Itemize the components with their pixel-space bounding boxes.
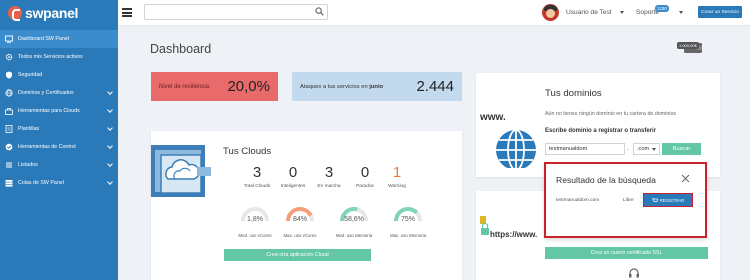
sidebar-item-label: Seguridad	[18, 72, 43, 78]
sidebar-item-plantillas[interactable]: Plantillas	[0, 120, 118, 138]
gauge-caption: Max. uso Memoria	[389, 233, 427, 238]
sidebar-nav: Dashboard SW Panel Todos mis Servicios ac…	[0, 30, 118, 192]
domain-name-input[interactable]: testmanualdom	[545, 143, 625, 155]
page-title: Dashboard	[150, 42, 212, 56]
sidebar-item-label: Listados	[18, 162, 38, 168]
search-icon[interactable]	[315, 7, 324, 16]
domains-title: Tus dominios	[545, 88, 602, 99]
create-cloud-button[interactable]: Crea otra aplicación Cloud	[224, 249, 371, 261]
menu-toggle-icon[interactable]	[122, 8, 132, 17]
chevron-down-icon[interactable]	[107, 179, 113, 185]
cloud-illustration-icon	[151, 145, 211, 197]
cloud-metric: 1 Warning	[377, 164, 417, 189]
support-count-badge: 1230	[655, 5, 669, 12]
cloud-metric: 3 En marcha	[309, 164, 349, 189]
chevron-down-icon[interactable]	[107, 107, 113, 113]
chevron-down-icon[interactable]	[107, 89, 113, 95]
cloud-metric-caption: En marcha	[317, 184, 341, 189]
queue-icon	[5, 179, 13, 187]
sidebar-item-label: Herramientas para Clouds	[18, 108, 80, 114]
cloud-metric-caption: Total Clouds	[243, 184, 271, 189]
attacks-value: 2.444	[416, 78, 454, 95]
chevron-down-icon[interactable]	[107, 125, 113, 131]
sidebar-item-seguridad[interactable]: Seguridad	[0, 66, 118, 84]
attacks-month: junio	[369, 83, 384, 90]
sidebar-item-dashboard-sw-panel[interactable]: Dashboard SW Panel	[0, 30, 118, 48]
globe-www-illustration-icon: www.	[478, 106, 538, 168]
attacks-label: Ataques a tus servicios en junio	[300, 83, 384, 90]
gauge-value: 1,8%	[247, 216, 263, 223]
close-icon[interactable]	[681, 174, 690, 183]
cloud-metric: 0 Inteligentes	[273, 164, 313, 189]
resilience-label: Nivel de resiliencia	[159, 83, 210, 90]
cloud-metric-value: 1	[392, 164, 402, 181]
cloud-metric-value: 3	[252, 164, 262, 181]
https-text: https://www.	[490, 230, 537, 239]
create-service-button[interactable]: Crear un Servicio	[698, 6, 742, 18]
attacks-stat: Ataques a tus servicios en junio 2.444	[292, 72, 462, 101]
gauge-value: 58,6%	[344, 216, 364, 223]
globe-icon	[5, 89, 13, 97]
result-status: Libre	[623, 198, 634, 203]
gauge-caption: Med. uso Memoria	[335, 233, 373, 238]
cloud-metric: 3 Total Clouds	[237, 164, 277, 189]
caret-down-icon[interactable]	[679, 11, 683, 14]
sidebar-item-listados[interactable]: Listados	[0, 156, 118, 174]
gauge-caption: Max. uso vCores	[283, 233, 317, 238]
search-domain-button[interactable]: Buscar	[662, 143, 701, 155]
sidebar-item-label: Todos mis Servicios activos	[18, 54, 83, 60]
caret-down-icon[interactable]	[652, 148, 656, 151]
www-text: www.	[479, 112, 506, 123]
cloud-metric-value: 3	[324, 164, 334, 181]
gauge-value: 75%	[400, 216, 415, 223]
balance-badge: 1.000,00€	[677, 42, 699, 49]
cloud-metric-value: 0	[288, 164, 298, 181]
sidebar-item-todos-mis-servicios-activos[interactable]: Todos mis Servicios activos	[0, 48, 118, 66]
chevron-down-icon[interactable]	[107, 143, 113, 149]
result-domain: testmanualdom.com	[556, 198, 600, 203]
create-ssl-button[interactable]: Crea un nuevo certificado SSL	[545, 247, 708, 259]
brand-logo[interactable]: swpanel	[8, 5, 78, 21]
sidebar-item-label: Herramientas de Control	[18, 144, 76, 150]
caret-down-icon[interactable]	[620, 11, 624, 14]
gauge-value: 84%	[292, 216, 307, 223]
search-input[interactable]	[144, 4, 328, 20]
wrench-icon	[5, 107, 13, 115]
cart-icon	[651, 197, 658, 202]
domain-register-label: Escribe dominio a registrar o transferir	[545, 128, 657, 134]
clouds-title: Tus Clouds	[223, 146, 272, 157]
headset-icon[interactable]	[628, 268, 640, 278]
resilience-stat: Nivel de resiliencia 20,0%	[151, 72, 278, 101]
resilience-value: 20,0%	[227, 78, 270, 95]
sidebar-item-label: Colas de SW Panel	[18, 180, 64, 186]
gear-icon	[5, 53, 13, 61]
sidebar-item-label: Plantillas	[18, 126, 40, 132]
logo-icon	[8, 6, 22, 21]
cloud-metric-caption: Inteligentes	[280, 184, 306, 189]
shield-icon	[5, 71, 13, 79]
sidebar-item-colas-de-sw-panel[interactable]: Colas de SW Panel	[0, 174, 118, 192]
user-menu-label[interactable]: Usuario de Test	[566, 9, 612, 16]
brand-name: swpanel	[25, 5, 79, 21]
dashboard-icon	[5, 35, 13, 43]
sidebar-item-label: Dashboard SW Panel	[18, 36, 69, 42]
chevron-down-icon[interactable]	[107, 161, 113, 167]
sidebar-item-dominios-y-certificados[interactable]: Dominios y Certificados	[0, 84, 118, 102]
gauge-caption: Med. uso vCores	[238, 233, 272, 238]
dialog-title: Resultado de la búsqueda	[556, 175, 656, 185]
list-icon	[5, 161, 13, 169]
cloud-metric-caption: Warning	[388, 184, 406, 189]
register-button[interactable]: REGISTRAR	[643, 193, 693, 207]
check-icon	[5, 143, 13, 151]
sidebar-item-label: Dominios y Certificados	[18, 90, 74, 96]
sidebar-item-herramientas-de-control[interactable]: Herramientas de Control	[0, 138, 118, 156]
avatar[interactable]	[542, 4, 559, 21]
https-illustration-icon: https://www.	[478, 214, 538, 262]
sidebar-item-herramientas-para-clouds[interactable]: Herramientas para Clouds	[0, 102, 118, 120]
register-button-label: REGISTRAR	[659, 197, 685, 203]
domains-empty-text: Aún no tienes ningún dominio en tu carte…	[545, 111, 677, 117]
domain-dot: .	[627, 146, 629, 152]
template-icon	[5, 125, 13, 133]
